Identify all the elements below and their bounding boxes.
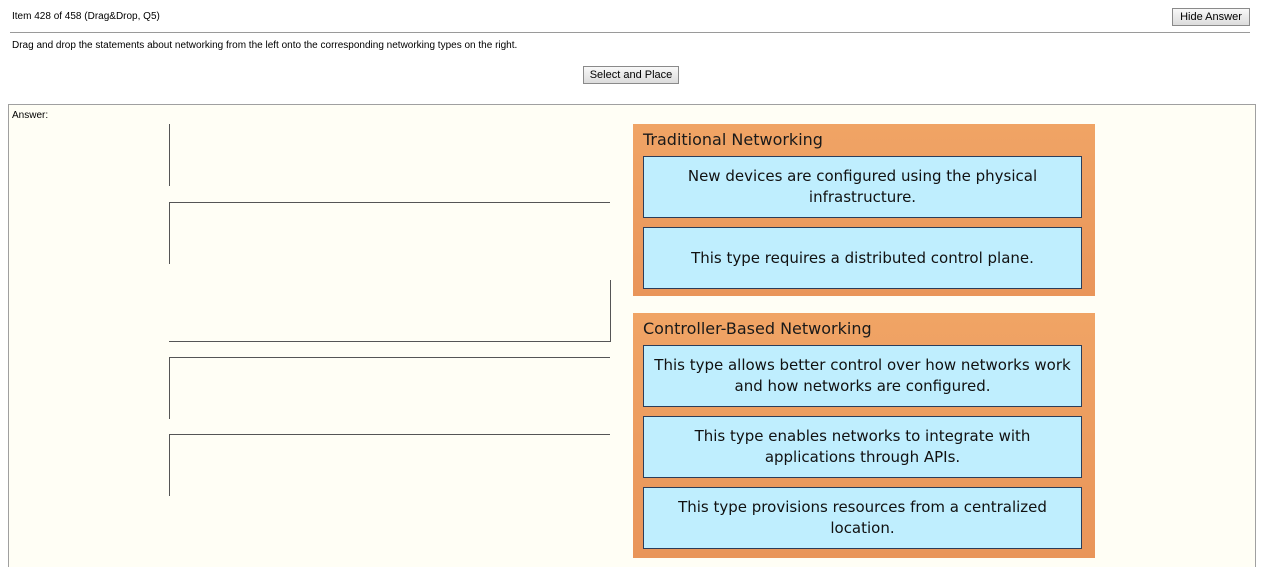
item-counter: Item 428 of 458 (Drag&Drop, Q5) (12, 11, 160, 22)
group-title: Controller-Based Networking (643, 319, 872, 338)
header-divider (10, 32, 1250, 33)
select-and-place-button[interactable]: Select and Place (583, 66, 679, 84)
source-slot-divider (169, 434, 610, 435)
source-slot-divider (169, 357, 610, 358)
source-slot-divider (169, 341, 610, 342)
answer-item[interactable]: This type allows better control over how… (643, 345, 1082, 407)
answer-label: Answer: (12, 110, 49, 121)
group-title: Traditional Networking (643, 130, 823, 149)
source-slot-divider (169, 124, 170, 186)
controller-based-networking-target[interactable]: Controller-Based Networking This type al… (633, 313, 1095, 558)
source-slot-divider (169, 202, 610, 203)
question-instructions: Drag and drop the statements about netwo… (12, 40, 518, 51)
answer-item[interactable]: This type provisions resources from a ce… (643, 487, 1082, 549)
source-slot-divider (610, 280, 611, 342)
hide-answer-button[interactable]: Hide Answer (1172, 8, 1250, 26)
source-slot-divider (169, 434, 170, 496)
traditional-networking-target[interactable]: Traditional Networking New devices are c… (633, 124, 1095, 296)
answer-item[interactable]: New devices are configured using the phy… (643, 156, 1082, 218)
answer-item[interactable]: This type enables networks to integrate … (643, 416, 1082, 478)
source-slot-divider (169, 357, 170, 419)
source-slot-divider (169, 202, 170, 264)
answer-item[interactable]: This type requires a distributed control… (643, 227, 1082, 289)
